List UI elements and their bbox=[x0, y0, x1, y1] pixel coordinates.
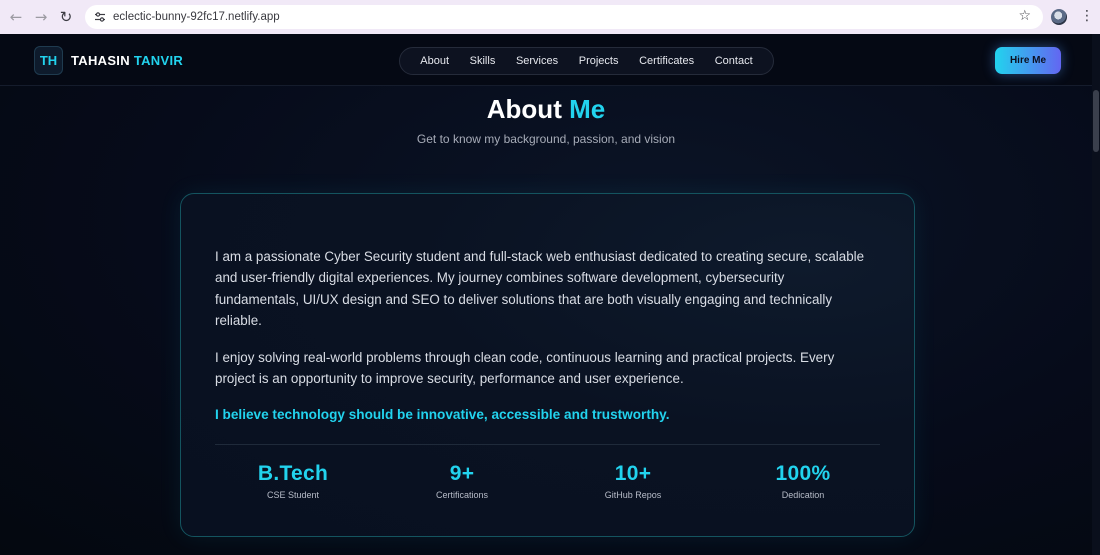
stat-dedication: 100% Dedication bbox=[733, 462, 873, 500]
title-accent: Me bbox=[569, 94, 606, 124]
hire-me-button[interactable]: Hire Me bbox=[995, 47, 1061, 74]
nav-skills[interactable]: Skills bbox=[470, 55, 496, 67]
stat-label: CSE Student bbox=[266, 490, 320, 500]
nav-certificates[interactable]: Certificates bbox=[639, 55, 694, 67]
logo-badge[interactable]: TH bbox=[34, 46, 63, 75]
section-subtitle: Get to know my background, passion, and … bbox=[416, 132, 676, 146]
about-paragraph-2: I enjoy solving real-world problems thro… bbox=[215, 350, 835, 387]
stat-label: Dedication bbox=[781, 490, 825, 500]
bookmark-star-icon[interactable]: ☆ bbox=[1018, 8, 1031, 24]
menu-kebab-icon[interactable]: ⋮ bbox=[1080, 8, 1094, 24]
stat-value: 100% bbox=[775, 462, 831, 485]
stat-certifications: 9+ Certifications bbox=[392, 462, 532, 500]
nav-projects[interactable]: Projects bbox=[579, 55, 619, 67]
belief-statement: I believe technology should be innovativ… bbox=[215, 407, 670, 422]
site-header: TH TAHASIN TANVIR About Skills Services … bbox=[0, 34, 1092, 86]
logo-initials: TH bbox=[39, 53, 58, 68]
stat-value: B.Tech bbox=[257, 462, 329, 485]
logo-last-name: TANVIR bbox=[133, 53, 184, 68]
logo-first-name: TAHASIN bbox=[71, 53, 130, 68]
address-bar[interactable]: eclectic-bunny-92fc17.netlify.app ☆ bbox=[85, 5, 1043, 29]
stat-value: 10+ bbox=[614, 462, 652, 485]
url-text[interactable]: eclectic-bunny-92fc17.netlify.app bbox=[113, 11, 280, 23]
stat-value: 9+ bbox=[449, 462, 475, 485]
stat-label: Certifications bbox=[435, 490, 489, 500]
nav-contact[interactable]: Contact bbox=[715, 55, 753, 67]
divider bbox=[215, 444, 880, 445]
scrollbar-thumb[interactable] bbox=[1093, 90, 1099, 152]
nav-about[interactable]: About bbox=[420, 55, 449, 67]
stat-label: GitHub Repos bbox=[604, 490, 662, 500]
back-arrow-icon[interactable]: ← bbox=[5, 6, 27, 28]
about-card: I am a passionate Cyber Security student… bbox=[180, 193, 915, 537]
reload-icon[interactable]: ↻ bbox=[55, 6, 77, 28]
page-viewport: TH TAHASIN TANVIR About Skills Services … bbox=[0, 34, 1100, 555]
main-nav: About Skills Services Projects Certifica… bbox=[399, 47, 774, 75]
logo-name[interactable]: TAHASIN TANVIR bbox=[71, 53, 183, 68]
site-settings-icon[interactable] bbox=[93, 10, 107, 24]
about-paragraph-1: I am a passionate Cyber Security student… bbox=[215, 249, 865, 328]
stat-github-repos: 10+ GitHub Repos bbox=[563, 462, 703, 500]
profile-avatar[interactable] bbox=[1051, 9, 1067, 25]
title-main: About bbox=[486, 94, 562, 124]
forward-arrow-icon[interactable]: → bbox=[30, 6, 52, 28]
section-title: About Me bbox=[0, 94, 1092, 125]
browser-toolbar: ← → ↻ eclectic-bunny-92fc17.netlify.app … bbox=[0, 0, 1100, 34]
nav-services[interactable]: Services bbox=[516, 55, 558, 67]
page-scrollbar[interactable] bbox=[1092, 34, 1100, 555]
stat-degree: B.Tech CSE Student bbox=[223, 462, 363, 500]
